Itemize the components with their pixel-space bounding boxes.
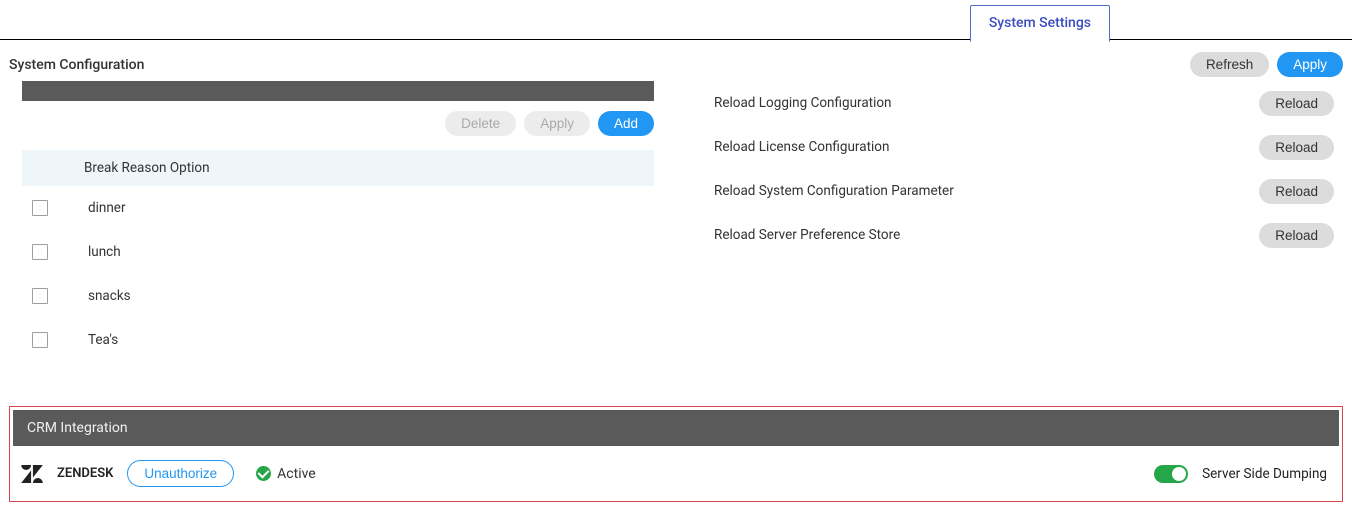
break-reason-actions: Delete Apply Add <box>22 101 654 150</box>
checkbox-teas[interactable] <box>32 332 48 348</box>
crm-status-label: Active <box>277 466 316 482</box>
apply-button[interactable]: Apply <box>1277 52 1343 77</box>
refresh-button[interactable]: Refresh <box>1190 52 1269 77</box>
list-item: Tea's <box>22 318 654 362</box>
panel-header-bar <box>22 81 654 101</box>
zendesk-icon <box>21 465 43 483</box>
reload-label: Reload License Configuration <box>714 139 889 155</box>
crm-body: ZENDESK Unauthorize Active Server Side D… <box>13 446 1339 491</box>
list-item: dinner <box>22 186 654 230</box>
checkbox-lunch[interactable] <box>32 244 48 260</box>
list-item: lunch <box>22 230 654 274</box>
unauthorize-button[interactable]: Unauthorize <box>127 460 234 487</box>
top-bar: System Settings <box>0 0 1352 40</box>
header-buttons: Refresh Apply <box>1190 52 1343 77</box>
checkbox-dinner[interactable] <box>32 200 48 216</box>
checkbox-snacks[interactable] <box>32 288 48 304</box>
break-label: snacks <box>88 288 131 304</box>
main-content: Delete Apply Add Break Reason Option din… <box>0 81 1352 362</box>
list-item: snacks <box>22 274 654 318</box>
break-label: lunch <box>88 244 121 260</box>
break-reason-list: dinner lunch snacks Tea's <box>22 186 654 362</box>
reload-server-pref-button[interactable]: Reload <box>1259 223 1334 248</box>
crm-provider-label: ZENDESK <box>57 466 113 481</box>
reload-row-license: Reload License Configuration Reload <box>714 125 1334 169</box>
page-header: System Configuration Refresh Apply <box>0 40 1352 81</box>
server-side-dumping-label: Server Side Dumping <box>1202 466 1327 482</box>
reload-panel: Reload Logging Configuration Reload Relo… <box>694 81 1342 257</box>
reload-label: Reload Logging Configuration <box>714 95 892 111</box>
reload-label: Reload Server Preference Store <box>714 227 900 243</box>
add-button[interactable]: Add <box>598 111 654 136</box>
reload-logging-button[interactable]: Reload <box>1259 91 1334 116</box>
page-title: System Configuration <box>9 57 144 73</box>
reload-license-button[interactable]: Reload <box>1259 135 1334 160</box>
reload-row-server-pref: Reload Server Preference Store Reload <box>714 213 1334 257</box>
server-side-dumping-toggle[interactable] <box>1154 465 1188 483</box>
break-reason-panel: Delete Apply Add Break Reason Option din… <box>22 81 654 362</box>
crm-section-title: CRM Integration <box>13 410 1339 446</box>
reload-row-logging: Reload Logging Configuration Reload <box>714 81 1334 125</box>
break-label: dinner <box>88 200 126 216</box>
tab-system-settings[interactable]: System Settings <box>970 5 1110 42</box>
break-reason-column-header: Break Reason Option <box>22 150 654 186</box>
break-label: Tea's <box>88 332 118 348</box>
delete-button[interactable]: Delete <box>445 111 516 136</box>
status-active-icon <box>256 466 271 481</box>
crm-integration-section: CRM Integration ZENDESK Unauthorize Acti… <box>9 406 1343 502</box>
reload-system-param-button[interactable]: Reload <box>1259 179 1334 204</box>
crm-status: Active <box>256 466 316 482</box>
reload-row-system-param: Reload System Configuration Parameter Re… <box>714 169 1334 213</box>
apply-break-button[interactable]: Apply <box>524 111 590 136</box>
reload-label: Reload System Configuration Parameter <box>714 183 954 199</box>
